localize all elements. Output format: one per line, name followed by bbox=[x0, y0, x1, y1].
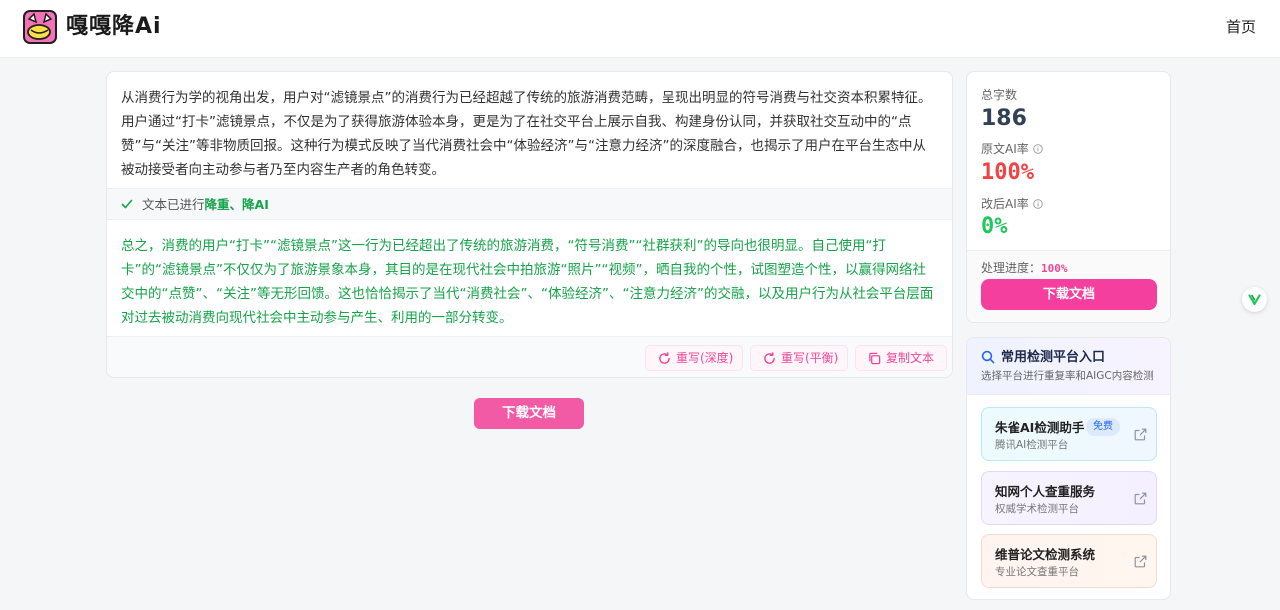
status-prefix: 文本已进行 bbox=[142, 197, 205, 212]
new-ai-rate-label: 改后AI率 bbox=[981, 196, 1043, 212]
rewritten-text: 总之，消费的用户“打卡”“滤镜景点”这一行为已经超出了传统的旅游消费，“符号消费… bbox=[121, 238, 934, 326]
original-ai-rate-text: 原文AI率 bbox=[981, 142, 1029, 156]
platform-name: 维普论文检测系统 bbox=[995, 547, 1096, 562]
status-highlight: 降重、降AI bbox=[204, 197, 269, 212]
floating-assistant-icon[interactable] bbox=[1242, 287, 1267, 312]
info-icon[interactable] bbox=[1032, 144, 1043, 154]
platform-desc: 专业论文查重平台 bbox=[995, 566, 1079, 578]
progress-label-text: 处理进度： bbox=[981, 261, 1042, 275]
platforms-header: 常用检测平台入口 选择平台进行重复率和AIGC内容检测 bbox=[967, 338, 1170, 395]
copy-text-label: 复制文本 bbox=[886, 351, 935, 365]
platforms-title: 常用检测平台入口 bbox=[1001, 350, 1106, 365]
free-badge: 免费 bbox=[1086, 418, 1120, 436]
new-ai-rate-text: 改后AI率 bbox=[981, 197, 1029, 211]
external-link-icon bbox=[1134, 428, 1147, 441]
info-icon[interactable] bbox=[1032, 199, 1043, 209]
platform-item-vip[interactable]: 维普论文检测系统 专业论文查重平台 bbox=[981, 534, 1157, 588]
check-icon bbox=[121, 199, 133, 209]
status-text: 文本已进行降重、降AI bbox=[142, 196, 269, 213]
original-text: 从消费行为学的视角出发，用户对“滤镜景点”的消费行为已经超越了传统的旅游消费范畴… bbox=[121, 90, 932, 178]
original-ai-rate-label: 原文AI率 bbox=[981, 141, 1043, 157]
refresh-icon bbox=[764, 352, 775, 364]
original-ai-rate-value: 100% bbox=[981, 160, 1034, 185]
nav-home-link[interactable]: 首页 bbox=[1226, 17, 1256, 37]
platform-name: 朱雀AI检测助手 bbox=[995, 420, 1085, 435]
brand-name: 嘎嘎降Ai bbox=[66, 14, 162, 39]
progress-label: 处理进度：100% bbox=[981, 260, 1068, 277]
progress-value: 100% bbox=[1041, 262, 1068, 275]
text-result-card: 从消费行为学的视角出发，用户对“滤镜景点”的消费行为已经超越了传统的旅游消费范畴… bbox=[106, 71, 953, 378]
progress-area: 处理进度：100% 下载文档 bbox=[967, 250, 1170, 322]
external-link-icon bbox=[1134, 492, 1147, 505]
detection-platforms-card: 常用检测平台入口 选择平台进行重复率和AIGC内容检测 朱雀AI检测助手 免费 … bbox=[966, 337, 1171, 600]
platform-item-zhuque[interactable]: 朱雀AI检测助手 免费 腾讯AI检测平台 bbox=[981, 407, 1157, 461]
rewrite-balance-button[interactable]: 重写(平衡) bbox=[750, 345, 848, 371]
total-chars-label: 总字数 bbox=[981, 88, 1018, 102]
platform-name: 知网个人查重服务 bbox=[995, 484, 1096, 499]
platform-item-cnki[interactable]: 知网个人查重服务 权威学术检测平台 bbox=[981, 471, 1157, 525]
rewrite-balance-label: 重写(平衡) bbox=[781, 351, 839, 365]
platforms-subtitle: 选择平台进行重复率和AIGC内容检测 bbox=[981, 370, 1154, 382]
assistant-logo-icon bbox=[1248, 294, 1261, 306]
copy-icon bbox=[869, 352, 881, 365]
platform-desc: 腾讯AI检测平台 bbox=[995, 439, 1069, 451]
new-ai-rate-value: 0% bbox=[981, 214, 1008, 239]
search-icon bbox=[981, 350, 995, 364]
total-chars-value: 186 bbox=[981, 106, 1027, 131]
external-link-icon bbox=[1134, 555, 1147, 568]
brand-logo-icon[interactable] bbox=[23, 10, 57, 44]
refresh-icon bbox=[659, 352, 670, 364]
stats-card: 总字数 186 原文AI率 100% 改后AI率 0% 处理进度：100% 下载… bbox=[966, 71, 1171, 323]
copy-text-button[interactable]: 复制文本 bbox=[855, 345, 947, 371]
rewrite-deep-button[interactable]: 重写(深度) bbox=[645, 345, 743, 371]
download-document-side-button[interactable]: 下载文档 bbox=[981, 279, 1157, 310]
platform-desc: 权威学术检测平台 bbox=[995, 503, 1079, 515]
app-header: 嘎嘎降Ai 首页 bbox=[0, 0, 1280, 58]
rewrite-deep-label: 重写(深度) bbox=[676, 351, 734, 365]
action-bar: 重写(深度) 重写(平衡) 复制文本 bbox=[107, 336, 952, 377]
processing-status-bar: 文本已进行降重、降AI bbox=[107, 188, 952, 220]
download-document-button[interactable]: 下载文档 bbox=[474, 398, 584, 429]
